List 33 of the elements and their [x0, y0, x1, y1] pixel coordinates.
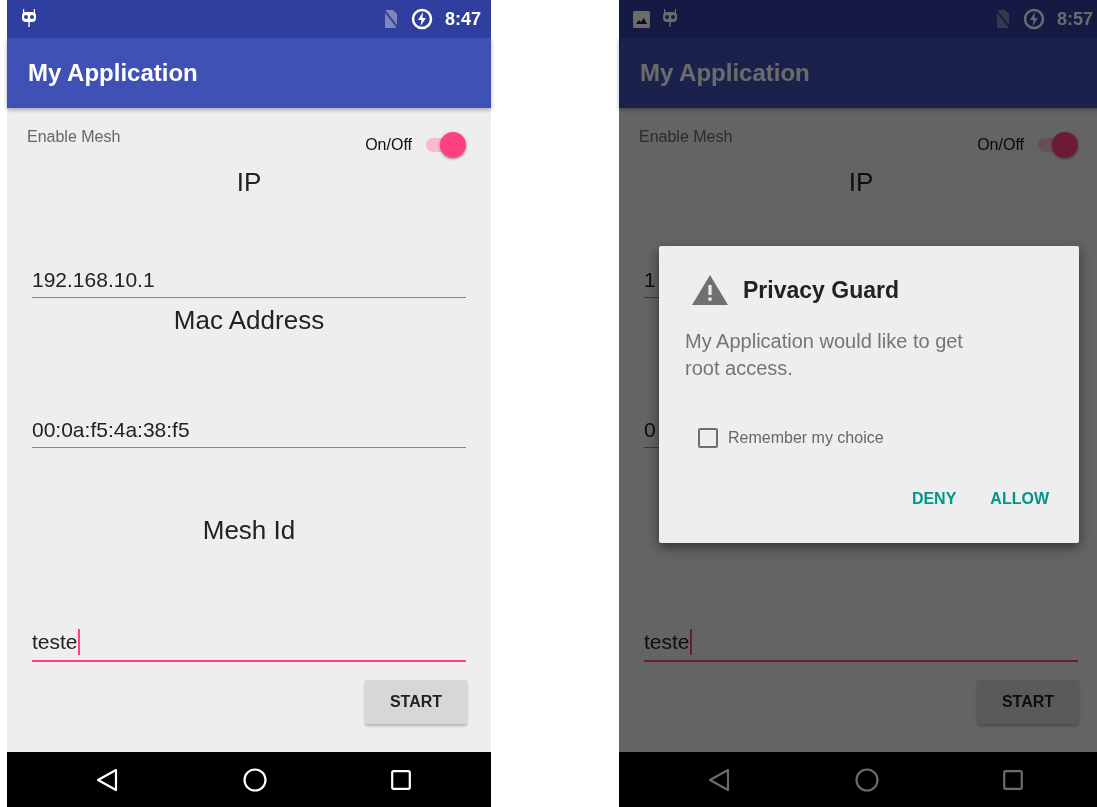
status-time: 8:57: [1056, 8, 1093, 30]
dialog-title: Privacy Guard: [743, 276, 899, 304]
home-icon[interactable]: [242, 767, 267, 792]
robot-icon: [662, 9, 678, 29]
image-icon: [633, 10, 650, 28]
toggle-switch[interactable]: [1036, 132, 1078, 158]
input-field[interactable]: teste: [32, 624, 466, 662]
switch-label: On/Off: [977, 136, 1024, 154]
enable-mesh-label: Enable Mesh: [639, 128, 733, 146]
checkbox[interactable]: [698, 428, 718, 448]
app-title: My Application: [640, 59, 810, 87]
bolt-circle-icon: [410, 8, 433, 30]
field-label: Mac Address: [172, 304, 326, 336]
input-field[interactable]: 00:0a:f5:4a:38:f5: [32, 412, 466, 448]
field-label: IP: [235, 166, 263, 198]
no-sim-icon: [994, 9, 1011, 29]
field-label: Mesh Id: [201, 514, 297, 546]
no-sim-icon: [382, 9, 399, 29]
switch-label: On/Off: [365, 136, 412, 154]
input-field[interactable]: 192.168.10.1: [32, 262, 466, 298]
toggle-switch[interactable]: [424, 132, 466, 158]
warning-icon: [691, 274, 729, 306]
checkbox-label: Remember my choice: [728, 429, 884, 447]
start-button[interactable]: START: [365, 680, 467, 724]
robot-icon: [21, 9, 37, 29]
dialog-message: My Application would like to get root access.: [685, 329, 964, 381]
bolt-circle-icon: [1022, 8, 1045, 30]
status-time: 8:47: [444, 8, 481, 30]
enable-mesh-label: Enable Mesh: [27, 128, 121, 146]
recents-icon[interactable]: [391, 769, 411, 790]
app-title: My Application: [28, 59, 198, 87]
back-icon[interactable]: [96, 767, 118, 792]
field-label: IP: [847, 166, 875, 198]
